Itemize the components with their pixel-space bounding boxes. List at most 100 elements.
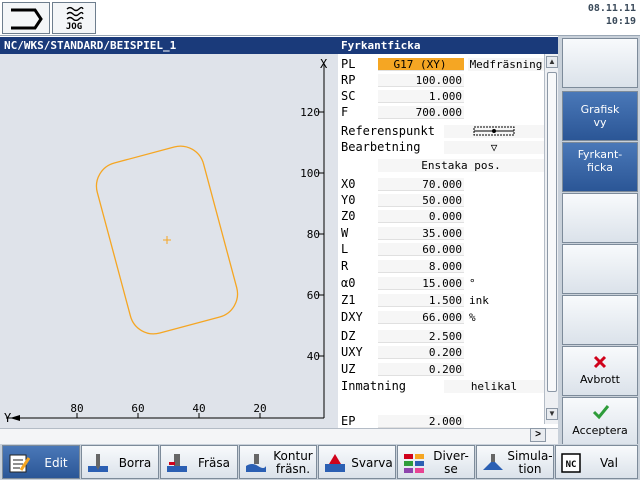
simulation-softkey[interactable]: Simula- tion (476, 445, 554, 479)
param-input-ep[interactable]: 2.000 (378, 415, 464, 428)
horizontal-softkey-bar: Edit Borra Fräsa Kontur fräsn. Svarva Di… (0, 444, 640, 480)
scroll-thumb[interactable] (547, 72, 557, 392)
softkey-label: Val (600, 455, 618, 470)
position-mode-select[interactable]: Enstaka pos. (378, 159, 544, 172)
mill-softkey[interactable]: Fräsa (160, 445, 238, 479)
softkey-label: Grafisk vy (580, 103, 620, 129)
cancel-softkey[interactable]: Avbrott (562, 346, 638, 396)
misc-icon (404, 454, 424, 473)
param-unit: ° (469, 277, 476, 290)
param-input-r[interactable]: 8.000 (378, 260, 464, 273)
nc-select-softkey[interactable]: NC Val (555, 445, 638, 479)
param-input-uz[interactable]: 0.200 (378, 363, 464, 376)
param-input-y0[interactable]: 50.000 (378, 194, 464, 207)
y-axis-label: Y (4, 411, 12, 425)
time-text: 10:19 (605, 16, 636, 27)
accept-softkey[interactable]: Acceptera (562, 397, 638, 447)
param-label: Bearbetning (341, 140, 421, 154)
form-vertical-scrollbar[interactable]: ▲ ▼ (544, 54, 558, 424)
param-unit[interactable]: ink (469, 293, 489, 308)
vertical-softkey-bar: Grafisk vy Fyrkant- ficka Avbrott Accept… (558, 36, 640, 447)
softkey-empty-1[interactable] (562, 38, 638, 88)
milling-direction-select[interactable]: Medfräsning (468, 58, 544, 71)
param-input-uxy[interactable]: 0.200 (378, 346, 464, 359)
softkey-empty-6[interactable] (562, 295, 638, 345)
softkey-label: Fräsa (198, 455, 230, 470)
machine-mode-button[interactable] (2, 2, 50, 34)
softkey-empty-4[interactable] (562, 193, 638, 243)
param-row-sc: SC 1.000 (338, 89, 546, 104)
param-input-z0[interactable]: 0.000 (378, 210, 464, 223)
graphic-view: X 120 100 80 60 40 Y 80 60 40 20 (0, 54, 338, 428)
param-label: α0 (341, 276, 356, 290)
softkey-label: Fyrkant- ficka (577, 148, 623, 174)
rectangular-pocket-softkey[interactable]: Fyrkant- ficka (562, 142, 638, 192)
x-tick: 80 (307, 228, 320, 241)
y-tick: 20 (253, 402, 266, 415)
param-label: DZ (341, 329, 356, 343)
drill-softkey[interactable]: Borra (81, 445, 159, 479)
x-tick: 100 (300, 167, 320, 180)
mill-icon (167, 454, 187, 472)
edit-icon (9, 454, 31, 473)
param-unit[interactable]: % (469, 310, 476, 325)
param-input-w[interactable]: 35.000 (378, 227, 464, 240)
param-input-rp[interactable]: 100.000 (378, 74, 464, 87)
param-row-bearbetning: Bearbetning ▽ (338, 140, 546, 155)
edit-softkey[interactable]: Edit (2, 445, 80, 479)
turn-softkey[interactable]: Svarva (318, 445, 396, 479)
param-row-l: L 60.000 (338, 242, 546, 257)
graphic-view-softkey[interactable]: Grafisk vy (562, 91, 638, 141)
cancel-icon (593, 355, 607, 369)
softkey-label: Kontur fräsn. (273, 449, 313, 476)
param-row-z1: Z1 1.500 ink (338, 293, 546, 308)
machining-select[interactable]: ▽ (444, 141, 544, 154)
jog-wave-icon (66, 6, 84, 21)
param-row-z0: Z0 0.000 (338, 209, 546, 224)
misc-softkey[interactable]: Diver- se (397, 445, 475, 479)
softkey-label: Simula- tion (507, 449, 553, 476)
softkey-label: Borra (118, 455, 152, 470)
param-row-position: Enstaka pos. (338, 158, 546, 173)
param-input-l[interactable]: 60.000 (378, 243, 464, 256)
param-label: Z0 (341, 209, 356, 223)
softkey-empty-5[interactable] (562, 244, 638, 294)
plane-select[interactable]: G17 (XY) (378, 58, 464, 71)
param-label: UZ (341, 362, 356, 376)
param-label: RP (341, 73, 356, 87)
x-tick: 60 (307, 289, 320, 302)
jog-button[interactable]: JOG (52, 2, 96, 34)
param-input-f[interactable]: 700.000 (378, 106, 464, 119)
infeed-select[interactable]: helikal (444, 380, 544, 393)
softkey-label: Svarva (351, 455, 393, 470)
param-label: Y0 (341, 193, 356, 207)
nc-select-icon: NC (561, 453, 581, 473)
param-input-sc[interactable]: 1.000 (378, 90, 464, 103)
param-row-w: W 35.000 (338, 226, 546, 241)
param-label: Inmatning (341, 379, 407, 393)
form-title: Fyrkantficka (338, 37, 558, 54)
reference-point-select[interactable] (444, 125, 544, 138)
param-input-z1[interactable]: 1.500 (378, 294, 464, 307)
param-row-f: F 700.000 (338, 105, 546, 120)
x-tick: 40 (307, 350, 320, 363)
scroll-up-icon[interactable]: ▲ (546, 56, 558, 68)
parameter-form: PL G17 (XY) Medfräsning RP 100.000 SC 1.… (338, 54, 558, 428)
reference-point-icon (473, 126, 515, 136)
contour-mill-softkey[interactable]: Kontur fräsn. (239, 445, 317, 479)
horizontal-scrollbar (0, 428, 558, 444)
softkey-label: Acceptera (572, 424, 628, 437)
scroll-right-icon[interactable]: > (530, 428, 546, 442)
param-input-dz[interactable]: 2.500 (378, 330, 464, 343)
param-label: F (341, 105, 349, 119)
svg-text:NC: NC (566, 460, 577, 470)
param-input-x0[interactable]: 70.000 (378, 178, 464, 191)
program-path-bar: NC/WKS/STANDARD/BEISPIEL_1 (0, 37, 338, 54)
param-label: Z1 (341, 293, 356, 307)
param-input-alpha0[interactable]: 15.000 (378, 277, 464, 290)
param-input-dxy[interactable]: 66.000 (378, 311, 464, 324)
param-label: R (341, 259, 349, 273)
scroll-down-icon[interactable]: ▼ (546, 408, 558, 420)
param-row-y0: Y0 50.000 (338, 193, 546, 208)
y-tick: 80 (70, 402, 83, 415)
